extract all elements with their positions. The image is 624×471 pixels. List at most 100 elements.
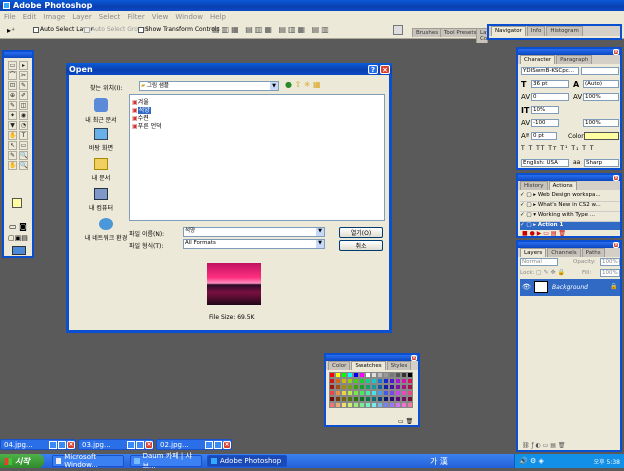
action-item-selected[interactable]: ✓ ▢ ▸ Action 1	[520, 222, 620, 230]
eraser-tool-icon[interactable]: ✦	[8, 111, 17, 120]
taskbar-item[interactable]: Microsoft Window...	[52, 453, 124, 469]
auto-select-checkbox[interactable]	[33, 27, 39, 33]
menu-item-select[interactable]: Select	[99, 13, 121, 21]
file-list[interactable]: ▣겨울 ▣석양 ▣수련 ▣푸른 언덕	[129, 94, 385, 221]
antialias-dropdown[interactable]: Sharp	[584, 159, 619, 167]
doc-minimized[interactable]: 02.jpg... ×	[156, 439, 232, 450]
eye-icon[interactable]: 👁	[522, 283, 531, 291]
maximize-icon[interactable]	[136, 440, 144, 449]
tab-info[interactable]: Info	[526, 26, 546, 36]
crop-tool-icon[interactable]: ⊡	[8, 81, 17, 90]
tab-layers[interactable]: Layers	[520, 248, 547, 257]
close-icon[interactable]: ×	[613, 175, 619, 181]
close-dialog-button[interactable]: ×	[380, 65, 390, 74]
text-color-swatch[interactable]	[584, 132, 619, 140]
tracking-field[interactable]: -100	[531, 119, 559, 127]
blur-tool-icon[interactable]: ▼	[8, 121, 17, 130]
clone-stamp-icon[interactable]: ✎	[8, 101, 17, 110]
tab-actions[interactable]: Actions	[548, 181, 577, 190]
tab-histogram[interactable]: Histogram	[546, 26, 583, 36]
blend-mode-dropdown[interactable]: Normal	[520, 258, 558, 266]
swatch-footer-icons[interactable]: ▭ 🗑	[398, 418, 413, 425]
language-dropdown[interactable]: English: USA	[521, 159, 569, 167]
tab-history[interactable]: History	[520, 181, 548, 190]
taskbar-item-active[interactable]: Adobe Photoshop	[207, 455, 287, 467]
swatch-grid[interactable]	[329, 372, 413, 408]
menu-item-layer[interactable]: Layer	[72, 13, 92, 21]
history-brush-icon[interactable]: ◫	[19, 101, 28, 110]
shape-tool-icon[interactable]: ▭	[19, 141, 28, 150]
menu-item-view[interactable]: View	[152, 13, 169, 21]
fg-color-swatch[interactable]	[12, 198, 22, 208]
palette-well-icon[interactable]	[393, 25, 403, 35]
menu-item-window[interactable]: Window	[175, 13, 203, 21]
layer-row-background[interactable]: 👁 Background 🔒	[520, 279, 620, 296]
tray-icons[interactable]: 🔊 ⚙ ◈	[519, 457, 544, 465]
layers-footer-icons[interactable]: ⛓ ƒ ◐ ▭ ▤ 🗑	[522, 442, 565, 449]
auto-select-groups-checkbox[interactable]	[84, 27, 90, 33]
move-tool-icon[interactable]: ▸⁺	[7, 26, 15, 35]
well-tab-tool-presets[interactable]: Tool Presets	[440, 28, 481, 37]
tab-paragraph[interactable]: Paragraph	[556, 55, 593, 64]
restore-icon[interactable]	[205, 440, 213, 449]
vscale-field[interactable]: 10%	[531, 106, 559, 114]
imageready-icon[interactable]	[12, 246, 26, 255]
healing-brush-icon[interactable]: ⊕	[8, 91, 17, 100]
screenmode-icons[interactable]: ▢▣▤	[8, 234, 28, 242]
ime-indicator[interactable]: 가 漢	[430, 456, 448, 467]
swatch[interactable]	[407, 402, 413, 408]
gradient-tool-icon[interactable]: ◉	[19, 111, 28, 120]
tab-channels[interactable]: Channels	[547, 248, 581, 257]
leading-field[interactable]: (Auto)	[583, 80, 619, 88]
action-item[interactable]: ✓ ▢ ▸ What's New in CS2 w...	[520, 202, 620, 212]
font-family-dropdown[interactable]: YDISwmB-KSCpc...	[521, 67, 579, 75]
magic-wand-icon[interactable]: ✂	[19, 71, 28, 80]
open-button[interactable]: 열기(O)	[339, 227, 383, 238]
notes-tool-icon[interactable]: ✎	[8, 151, 17, 160]
close-icon[interactable]: ×	[613, 242, 619, 248]
restore-icon[interactable]	[127, 440, 135, 449]
slice-tool-icon[interactable]: ✎	[19, 81, 28, 90]
opacity-field[interactable]: 100%	[600, 258, 620, 266]
tab-color[interactable]: Color	[328, 361, 351, 370]
marquee-tool-icon[interactable]: ▭	[8, 61, 17, 70]
path-select-icon[interactable]: ✋	[8, 131, 17, 140]
place-recent[interactable]: 내 최근 문서	[75, 95, 127, 124]
scale-v-field[interactable]: 100%	[583, 119, 619, 127]
lookin-dropdown[interactable]: ▰ 그림 샘플 ▼	[139, 81, 279, 91]
lock-icons[interactable]: ▢ ✎ ✥ 🔒	[536, 269, 565, 276]
show-transform-checkbox[interactable]	[138, 27, 144, 33]
move-tool-icon[interactable]: ▸	[19, 61, 28, 70]
brush-tool-icon[interactable]: ✐	[19, 91, 28, 100]
filetype-dropdown[interactable]: All Formats ▼	[183, 239, 325, 249]
kerning-field[interactable]: 0	[531, 93, 569, 101]
scale-h-field[interactable]: 100%	[583, 93, 619, 101]
place-computer[interactable]: 내 컴퓨터	[75, 185, 127, 212]
maximize-icon[interactable]	[58, 440, 66, 449]
tab-character[interactable]: Character	[520, 55, 556, 64]
font-style-dropdown[interactable]	[581, 67, 619, 75]
cancel-button[interactable]: 취소	[339, 240, 383, 251]
maximize-icon[interactable]	[214, 440, 222, 449]
doc-minimized[interactable]: 04.jpg... ×	[0, 439, 76, 450]
menu-item-filter[interactable]: Filter	[127, 13, 144, 21]
place-documents[interactable]: 내 문서	[75, 155, 127, 182]
zoom-tool-icon[interactable]: 🔍	[19, 161, 28, 170]
tab-navigator[interactable]: Navigator	[491, 26, 526, 36]
tab-swatches[interactable]: Swatches	[351, 361, 386, 370]
font-size-field[interactable]: 36 pt	[531, 80, 569, 88]
nav-toolbar-icons[interactable]: ● ⇧ ✳ ▦	[285, 80, 321, 89]
menu-item-edit[interactable]: Edit	[23, 13, 37, 21]
well-tab-brushes[interactable]: Brushes	[412, 28, 443, 37]
actions-footer-icons[interactable]: ■ ● ▶ ▭ ▤ 🗑	[522, 230, 566, 237]
start-button[interactable]: 시작	[0, 454, 44, 468]
baseline-field[interactable]: 0 pt	[531, 132, 557, 140]
taskbar-item[interactable]: Daum 카페 | 샤브...	[130, 452, 202, 470]
doc-minimized[interactable]: 03.jpg... ×	[78, 439, 154, 450]
tab-paths[interactable]: Paths	[581, 248, 605, 257]
filename-input[interactable]: 석양 ▼	[183, 227, 325, 237]
close-icon[interactable]: ×	[411, 355, 417, 361]
action-item[interactable]: ✓ ▢ ▾ Working with Type ...	[520, 212, 620, 222]
menu-item-help[interactable]: Help	[210, 13, 226, 21]
menu-item-file[interactable]: File	[4, 13, 16, 21]
